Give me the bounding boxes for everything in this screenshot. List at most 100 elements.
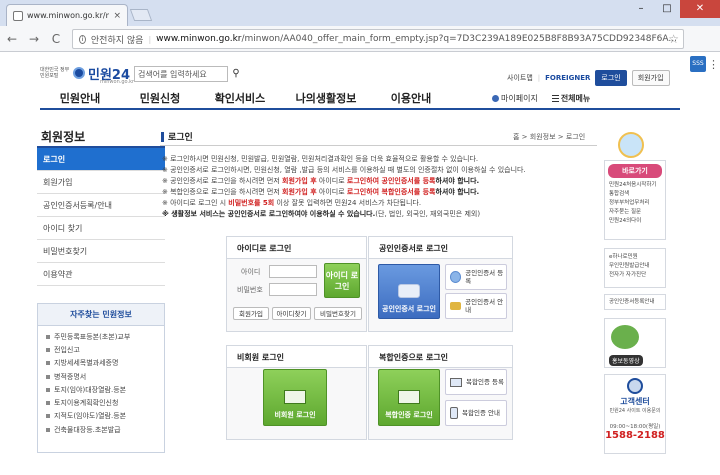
close-window-icon[interactable]: ✕ [680,0,720,18]
site-search-input[interactable]: 검색어를 입력하세요 [134,66,228,82]
callcenter-hours: 09:00~18:00(평일) [609,424,661,430]
notice-line: ※ 공인인증서로 로그인하시면, 민원신청, 열람 ,발급 등의 서비스를 이용… [162,166,526,174]
notice-list: ※ 로그인하시면 민원신청, 민원발급, 민원열람, 민원처리결과확인 등을 더… [162,154,602,220]
notice-line: ※ 아이디로 로그인 시 비밀번호를 5회 이상 잘못 입력하면 민원24 서비… [162,199,422,207]
faq-item[interactable]: 병적증명서 [38,370,164,383]
page-icon [13,10,23,21]
quick-link[interactable]: 민원24의다이 [605,217,665,226]
find-pw-button[interactable]: 비밀번호찾기 [314,307,362,320]
quick-link[interactable]: 정부부처업무처리 [605,199,665,208]
notice-line: ※ 생활정보 서비스는 공인인증서로 로그인하여야 이용하실 수 있습니다.(단… [162,210,481,218]
headset-icon [627,378,643,394]
site-logo[interactable]: 대한민국 정부민원포털 민원24 minwon.go.kr [40,62,134,85]
phone-icon [450,407,458,419]
quick-link[interactable]: 민원24처음시작하기 [605,181,665,190]
quick-link[interactable]: 통합검색 [605,190,665,199]
foreigner-link[interactable]: FOREIGNER [545,74,590,82]
video-label: 홍보동영상 [609,355,643,366]
faq-item[interactable]: 토지(임야)대장열람.등본 [38,383,164,396]
cert-login-title: 공인인증서로 로그인 [369,237,512,259]
composite-guide-button[interactable]: 복합인증 안내 [445,400,507,426]
nav-item-life[interactable]: 나의생활정보 [280,90,372,106]
video-icon [611,325,639,349]
tab-title: www.minwon.go.kr/min [27,11,109,20]
check-laptop-icon [398,390,420,404]
mascot-banner [604,130,666,160]
browser-menu-icon[interactable]: ⋮ [708,58,719,71]
extension-icon[interactable]: SSS [690,56,706,72]
divider [160,145,597,146]
side-item-join[interactable]: 회원가입 [37,171,165,194]
join-button[interactable]: 회원가입 [233,307,269,320]
side-item-login[interactable]: 로그인 [37,148,165,171]
faq-item[interactable]: 주민등록표등본(초본)교부 [38,330,164,343]
notice-line: ※ 로그인하시면 민원신청, 민원발급, 민원열람, 민원처리결과확인 등을 더… [162,155,479,163]
quick-links-box: 바로가기 민원24처음시작하기 통합검색 정부부처업무처리 자주묻는 질문 민원… [604,160,666,240]
reload-icon[interactable]: C [48,31,64,47]
faq-box: 자주찾는 민원정보 주민등록표등본(초본)교부 전입신고 지방세세목별과세증명 … [37,303,165,453]
usb-key-icon [398,284,420,298]
logo-emblem-icon [73,67,85,79]
id-label: 아이디 [241,267,261,276]
nav-item-confirm[interactable]: 확인서비스 [200,90,280,106]
id-login-box: 아이디로 로그인 아이디 비밀번호 아이디 로그인 회원가입 아이디찾기 비밀번… [226,236,367,332]
side-item-find-pw[interactable]: 비밀번호찾기 [37,240,165,263]
maximize-icon[interactable]: □ [654,0,680,18]
side-item-cert[interactable]: 공인인증서등록/안내 [37,194,165,217]
faq-item[interactable]: 토지이용계획확인신청 [38,396,164,409]
side-item-terms[interactable]: 이용약관 [37,263,165,286]
new-tab-button[interactable] [129,9,153,21]
nav-item-usage[interactable]: 이용안내 [372,90,450,106]
cert-guide-link[interactable]: 공인인증서등록안내 [605,298,665,307]
cert-guide-button[interactable]: 공인인증서 안내 [445,293,507,319]
composite-register-button[interactable]: 복합인증 등록 [445,369,507,395]
nav-item-guide[interactable]: 민원안내 [40,90,120,106]
service-link[interactable]: 전자가 자가진단 [605,271,665,280]
main-nav: 민원안내 민원신청 확인서비스 나의생활정보 이용안내 마이페이지 전체메뉴 [40,88,680,110]
find-id-button[interactable]: 아이디찾기 [272,307,311,320]
mascot-icon [618,132,644,158]
id-input[interactable] [269,265,317,278]
faq-item[interactable]: 건축물대장등.초본발급 [38,423,164,436]
security-label: 안전하지 않음 [90,35,144,46]
allmenu-link[interactable]: 전체메뉴 [551,93,590,104]
nonmember-login-box: 비회원 로그인 비회원 로그인 [226,345,367,440]
cert-login-box: 공인인증서로 로그인 공인인증서 로그인 공인인증서 등록 공인인증서 안내 [368,236,513,332]
faq-item[interactable]: 지적도(임야도)열람.등본 [38,410,164,423]
minimize-icon[interactable]: – [628,0,654,18]
search-icon[interactable]: ⚲ [229,66,243,82]
cert-login-button[interactable]: 공인인증서 로그인 [378,264,440,319]
tab-close-icon[interactable]: × [113,11,121,21]
video-banner[interactable]: 홍보동영상 [604,318,666,368]
nonmember-login-button[interactable]: 비회원 로그인 [263,369,327,426]
back-icon[interactable]: ← [4,31,20,47]
top-join-button[interactable]: 회원가입 [631,70,670,86]
service-link[interactable]: e하나로민원 [605,253,665,262]
faq-item[interactable]: 전입신고 [38,343,164,356]
top-links: 사이트맵 | FOREIGNER 로그인 회원가입 [507,70,670,86]
browser-tab[interactable]: www.minwon.go.kr/min × [6,4,128,26]
logo-small-text: 대한민국 정부민원포털 [40,67,70,79]
composite-login-button[interactable]: 복합인증 로그인 [378,369,440,426]
sitemap-link[interactable]: 사이트맵 [507,73,533,83]
top-login-button[interactable]: 로그인 [595,70,627,86]
side-item-find-id[interactable]: 아이디 찾기 [37,217,165,240]
page-title: 로그인 [161,130,193,143]
bookmark-star-icon[interactable]: ☆ [668,32,679,46]
nonmember-login-title: 비회원 로그인 [227,346,366,368]
id-login-title: 아이디로 로그인 [227,237,366,259]
cert-guide-banner[interactable]: 공인인증서등록안내 [604,294,666,310]
url-input[interactable]: i 안전하지 않음 | www.minwon.go.kr/minwon/AA04… [72,29,684,49]
forward-icon[interactable]: → [26,31,42,47]
mypage-link[interactable]: 마이페이지 [492,93,538,104]
side-nav: 회원정보 로그인 회원가입 공인인증서등록/안내 아이디 찾기 비밀번호찾기 이… [37,124,165,286]
cert-register-button[interactable]: 공인인증서 등록 [445,264,507,290]
nav-item-apply[interactable]: 민원신청 [120,90,200,106]
password-input[interactable] [269,283,317,296]
id-login-button[interactable]: 아이디 로그인 [324,263,360,298]
service-link[interactable]: 무인민원발급안내 [605,262,665,271]
quick-link[interactable]: 자주묻는 질문 [605,208,665,217]
faq-item[interactable]: 지방세세목별과세증명 [38,357,164,370]
address-bar: ← → C i 안전하지 않음 | www.minwon.go.kr/minwo… [0,26,720,72]
notice-line: ※ 공인인증서로 로그인을 하시려면 먼저 회원가입 후 아이디로 로그인하여 … [162,177,480,185]
